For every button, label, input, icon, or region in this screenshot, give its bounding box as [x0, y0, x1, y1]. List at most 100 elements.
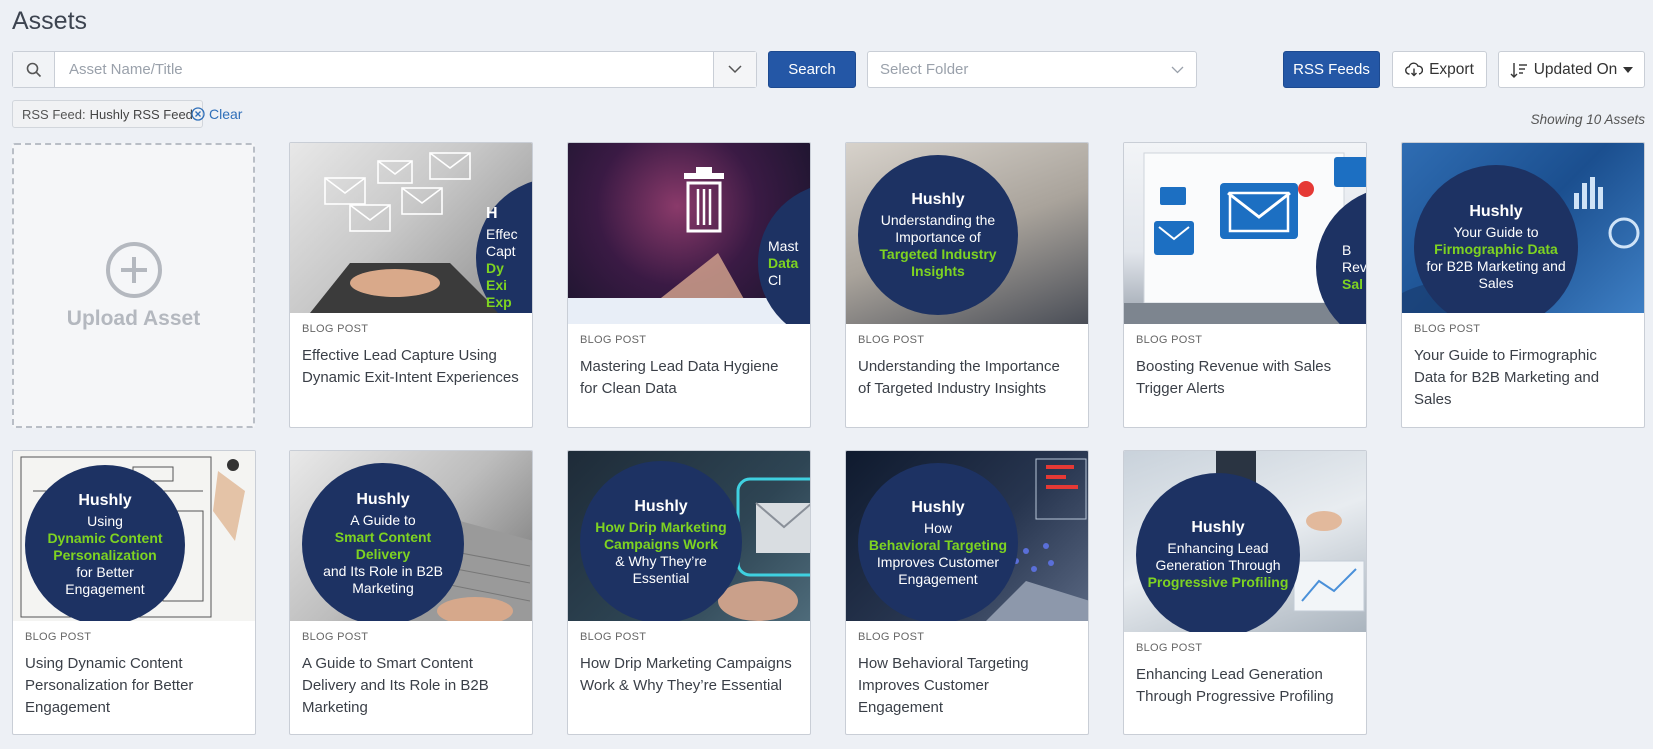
thumbnail-accent: Firmographic Data	[1434, 240, 1558, 257]
thumbnail-text: H	[486, 205, 498, 222]
thumbnail-text: Understanding the Importance of	[880, 211, 996, 245]
thumbnail-accent: Exp	[486, 294, 512, 310]
folder-select[interactable]: Select Folder	[867, 51, 1197, 88]
clear-filter-link[interactable]: Clear	[191, 106, 242, 122]
asset-title[interactable]: Mastering Lead Data Hygiene for Clean Da…	[580, 356, 798, 400]
asset-type: BLOG POST	[1136, 334, 1203, 346]
plus-circle-icon	[105, 241, 162, 298]
asset-title[interactable]: How Behavioral Targeting Improves Custom…	[858, 653, 1076, 719]
caret-down-icon	[1623, 66, 1634, 73]
thumbnail-badge: Hushly How Drip Marketing Campaigns Work…	[580, 461, 742, 621]
asset-title[interactable]: How Drip Marketing Campaigns Work & Why …	[580, 653, 798, 697]
thumbnail-text: & Why They’re Essential	[615, 552, 707, 586]
thumbnail-text: How	[923, 519, 952, 536]
asset-card[interactable]: B Rev Sal BLOG POST Boosting Revenue wit…	[1123, 142, 1367, 428]
asset-type: BLOG POST	[25, 631, 92, 643]
upload-label: Upload Asset	[66, 306, 201, 330]
asset-thumbnail: Hushly How Drip Marketing Campaigns Work…	[568, 451, 810, 621]
asset-card[interactable]: Hushly Enhancing Lead Generation Through…	[1123, 450, 1367, 735]
asset-thumbnail: Hushly A Guide to Smart Content Delivery…	[290, 451, 532, 621]
asset-thumbnail: Hushly Understanding the Importance of T…	[846, 143, 1088, 324]
folder-select-placeholder: Select Folder	[880, 61, 969, 78]
asset-thumbnail: Hushly Enhancing Lead Generation Through…	[1124, 451, 1366, 632]
asset-title[interactable]: Boosting Revenue with Sales Trigger Aler…	[1136, 356, 1354, 400]
thumbnail-text: Mast	[768, 237, 799, 254]
thumbnail-badge: Hushly Understanding the Importance of T…	[858, 155, 1018, 315]
asset-title[interactable]: Enhancing Lead Generation Through Progre…	[1136, 664, 1354, 708]
asset-card[interactable]: H Effec Capt Dy Exi Exp BLOG POST Effect…	[289, 142, 533, 428]
thumbnail-accent: Dynamic Content Personalization	[47, 530, 163, 563]
thumbnail-accent: How Drip Marketing Campaigns Work	[595, 518, 727, 552]
thumbnail-text: Your Guide to	[1453, 223, 1539, 240]
thumbnail-badge: Hushly How Behavioral Targeting Improves…	[858, 463, 1018, 621]
asset-type: BLOG POST	[1136, 642, 1203, 654]
asset-card[interactable]: Hushly A Guide to Smart Content Delivery…	[289, 450, 533, 735]
asset-card[interactable]: Hushly How Drip Marketing Campaigns Work…	[567, 450, 811, 735]
asset-type: BLOG POST	[858, 631, 925, 643]
search-button[interactable]: Search	[768, 51, 856, 88]
asset-type: BLOG POST	[858, 334, 925, 346]
export-button[interactable]: Export	[1392, 51, 1487, 88]
thumbnail-text: A Guide to	[350, 512, 416, 528]
filter-value: Hushly RSS Feed	[89, 106, 193, 122]
thumbnail-accent: Dy	[486, 260, 504, 276]
sort-icon	[1510, 62, 1527, 78]
thumbnail-accent: Behavioral Targeting	[868, 536, 1008, 553]
thumbnail-brand: Hushly	[356, 491, 410, 508]
thumbnail-brand: Hushly	[78, 492, 132, 509]
sort-dropdown[interactable]: Updated On	[1498, 51, 1645, 88]
thumbnail-brand: Hushly	[911, 498, 965, 516]
search-icon[interactable]	[13, 52, 55, 87]
thumbnail-brand: Hushly	[911, 190, 965, 208]
thumbnail-text: Capt	[486, 243, 516, 259]
asset-title[interactable]: Using Dynamic Content Personalization fo…	[25, 653, 243, 719]
rss-filter-chip: RSS Feed: Hushly RSS Feed	[12, 100, 203, 128]
page-title: Assets	[12, 7, 88, 35]
thumbnail-text: B	[1342, 241, 1352, 258]
asset-title[interactable]: Understanding the Importance of Targeted…	[858, 356, 1076, 400]
chevron-down-icon[interactable]	[713, 52, 756, 87]
thumbnail-accent: Targeted Industry Insights	[879, 245, 997, 279]
asset-card[interactable]: Hushly Your Guide to Firmographic Data f…	[1401, 142, 1645, 428]
search-input[interactable]	[55, 52, 713, 87]
rss-feeds-button[interactable]: RSS Feeds	[1283, 51, 1380, 88]
asset-card[interactable]: Mast Data Cl BLOG POST Mastering Lead Da…	[567, 142, 811, 428]
thumbnail-accent: Data	[768, 254, 799, 271]
asset-card[interactable]: Hushly Understanding the Importance of T…	[845, 142, 1089, 428]
close-circle-icon	[191, 107, 205, 121]
cloud-download-icon	[1405, 62, 1424, 77]
thumbnail-badge: Hushly Using Dynamic Content Personaliza…	[25, 465, 185, 621]
asset-thumbnail: B Rev Sal	[1124, 143, 1366, 324]
clear-label: Clear	[209, 106, 243, 122]
thumbnail-text: and Its Role in B2B Marketing	[323, 563, 443, 596]
sort-label: Updated On	[1533, 60, 1618, 78]
thumbnail-text: Using	[87, 513, 123, 529]
thumbnail-text: Improves Customer Engagement	[876, 553, 1000, 587]
asset-title[interactable]: Effective Lead Capture Using Dynamic Exi…	[302, 345, 520, 389]
thumbnail-brand: Hushly	[634, 497, 688, 515]
search-group	[12, 51, 757, 88]
filter-prefix: RSS Feed:	[22, 106, 86, 122]
asset-thumbnail: H Effec Capt Dy Exi Exp	[290, 143, 532, 313]
upload-asset-tile[interactable]: Upload Asset	[12, 143, 255, 428]
asset-title[interactable]: Your Guide to Firmographic Data for B2B …	[1414, 345, 1632, 411]
thumbnail-brand: Hushly	[1469, 202, 1523, 220]
asset-type: BLOG POST	[302, 631, 369, 643]
thumbnail-accent: Progressive Profiling	[1147, 574, 1289, 590]
asset-count: Showing 10 Assets	[1530, 112, 1645, 127]
chevron-down-icon	[1171, 66, 1184, 73]
thumbnail-badge: Hushly A Guide to Smart Content Delivery…	[302, 463, 464, 621]
thumbnail-text: Cl	[768, 271, 782, 288]
asset-card[interactable]: Hushly Using Dynamic Content Personaliza…	[12, 450, 256, 735]
asset-thumbnail: Hushly How Behavioral Targeting Improves…	[846, 451, 1088, 621]
thumbnail-text: Enhancing Lead Generation Through	[1155, 540, 1281, 573]
thumbnail-badge: Hushly Enhancing Lead Generation Through…	[1136, 473, 1300, 632]
asset-thumbnail: Hushly Using Dynamic Content Personaliza…	[13, 451, 255, 621]
export-label: Export	[1429, 60, 1474, 78]
asset-type: BLOG POST	[1414, 323, 1481, 335]
thumbnail-text: Rev	[1342, 258, 1366, 275]
asset-title[interactable]: A Guide to Smart Content Delivery and It…	[302, 653, 520, 719]
asset-thumbnail: Hushly Your Guide to Firmographic Data f…	[1402, 143, 1644, 313]
asset-type: BLOG POST	[580, 631, 647, 643]
asset-card[interactable]: Hushly How Behavioral Targeting Improves…	[845, 450, 1089, 735]
